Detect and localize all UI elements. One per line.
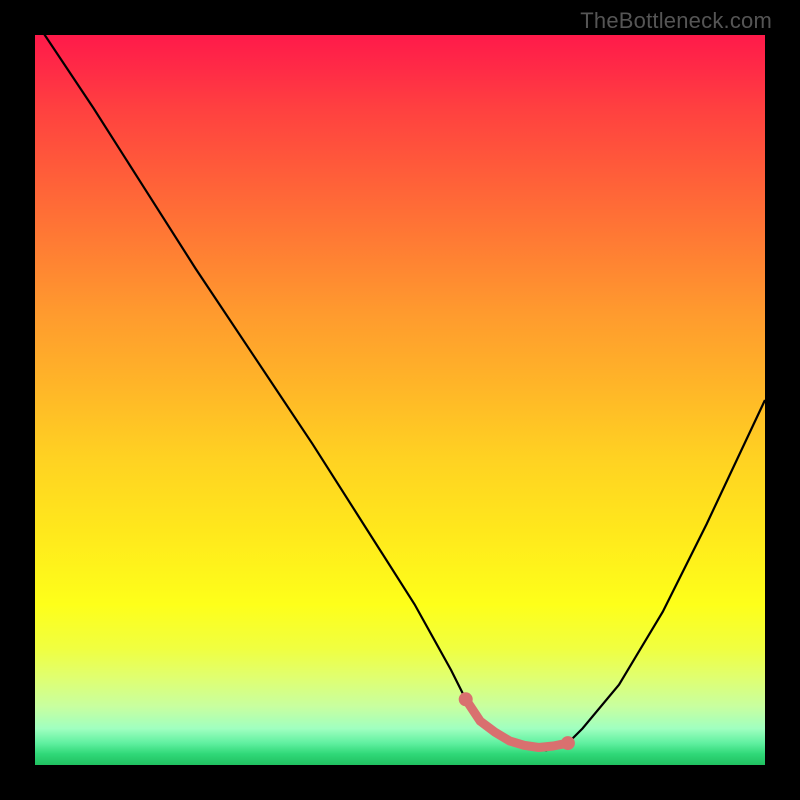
optimal-band-line	[466, 699, 568, 747]
chart-plot-area	[35, 35, 765, 765]
optimal-end-marker	[561, 736, 575, 750]
bottleneck-curve-line	[35, 35, 765, 750]
optimal-start-marker	[459, 692, 473, 706]
chart-svg	[35, 35, 765, 765]
watermark-text: TheBottleneck.com	[580, 8, 772, 34]
